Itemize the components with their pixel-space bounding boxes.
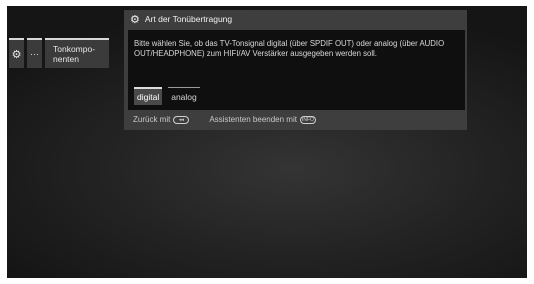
dialog-body: Bitte wählen Sie, ob das TV-Tonsignal di… xyxy=(128,30,465,110)
option-list: digital analog xyxy=(134,87,200,105)
dialog-footer: Zurück mit ◂◂ Assistenten beenden mit IN… xyxy=(133,115,316,124)
option-analog-label: analog xyxy=(171,91,197,102)
option-analog[interactable]: analog xyxy=(168,87,200,105)
dialog-title: Art der Tonübertragung xyxy=(144,14,233,24)
breadcrumb-settings[interactable]: ⚙ xyxy=(9,38,24,68)
gears-icon: ⚙ xyxy=(130,13,140,26)
tv-screen: ⚙ ··· Tonkompo- nenten ⚙ Art der Tonüber… xyxy=(7,6,527,278)
breadcrumb-item-tonkomponenten[interactable]: Tonkompo- nenten xyxy=(45,38,109,68)
dialog-header: ⚙ Art der Tonübertragung xyxy=(124,10,467,28)
back-key-icon: ◂◂ xyxy=(173,115,190,124)
exit-hint-label: Assistenten beenden mit xyxy=(209,115,297,124)
dialog-message: Bitte wählen Sie, ob das TV-Tonsignal di… xyxy=(134,39,445,58)
breadcrumb-dots: ··· xyxy=(30,49,39,59)
breadcrumb-item-label: Tonkompo- nenten xyxy=(53,44,96,64)
option-digital-label: digital xyxy=(137,92,160,102)
back-hint-label: Zurück mit xyxy=(133,115,171,124)
option-digital[interactable]: digital xyxy=(134,87,163,105)
gear-icon: ⚙ xyxy=(11,48,22,61)
dialog: ⚙ Art der Tonübertragung Bitte wählen Si… xyxy=(124,10,467,130)
info-key-icon: INFO xyxy=(299,115,316,124)
breadcrumb: ⚙ ··· Tonkompo- nenten xyxy=(9,38,109,68)
breadcrumb-more[interactable]: ··· xyxy=(27,38,42,68)
